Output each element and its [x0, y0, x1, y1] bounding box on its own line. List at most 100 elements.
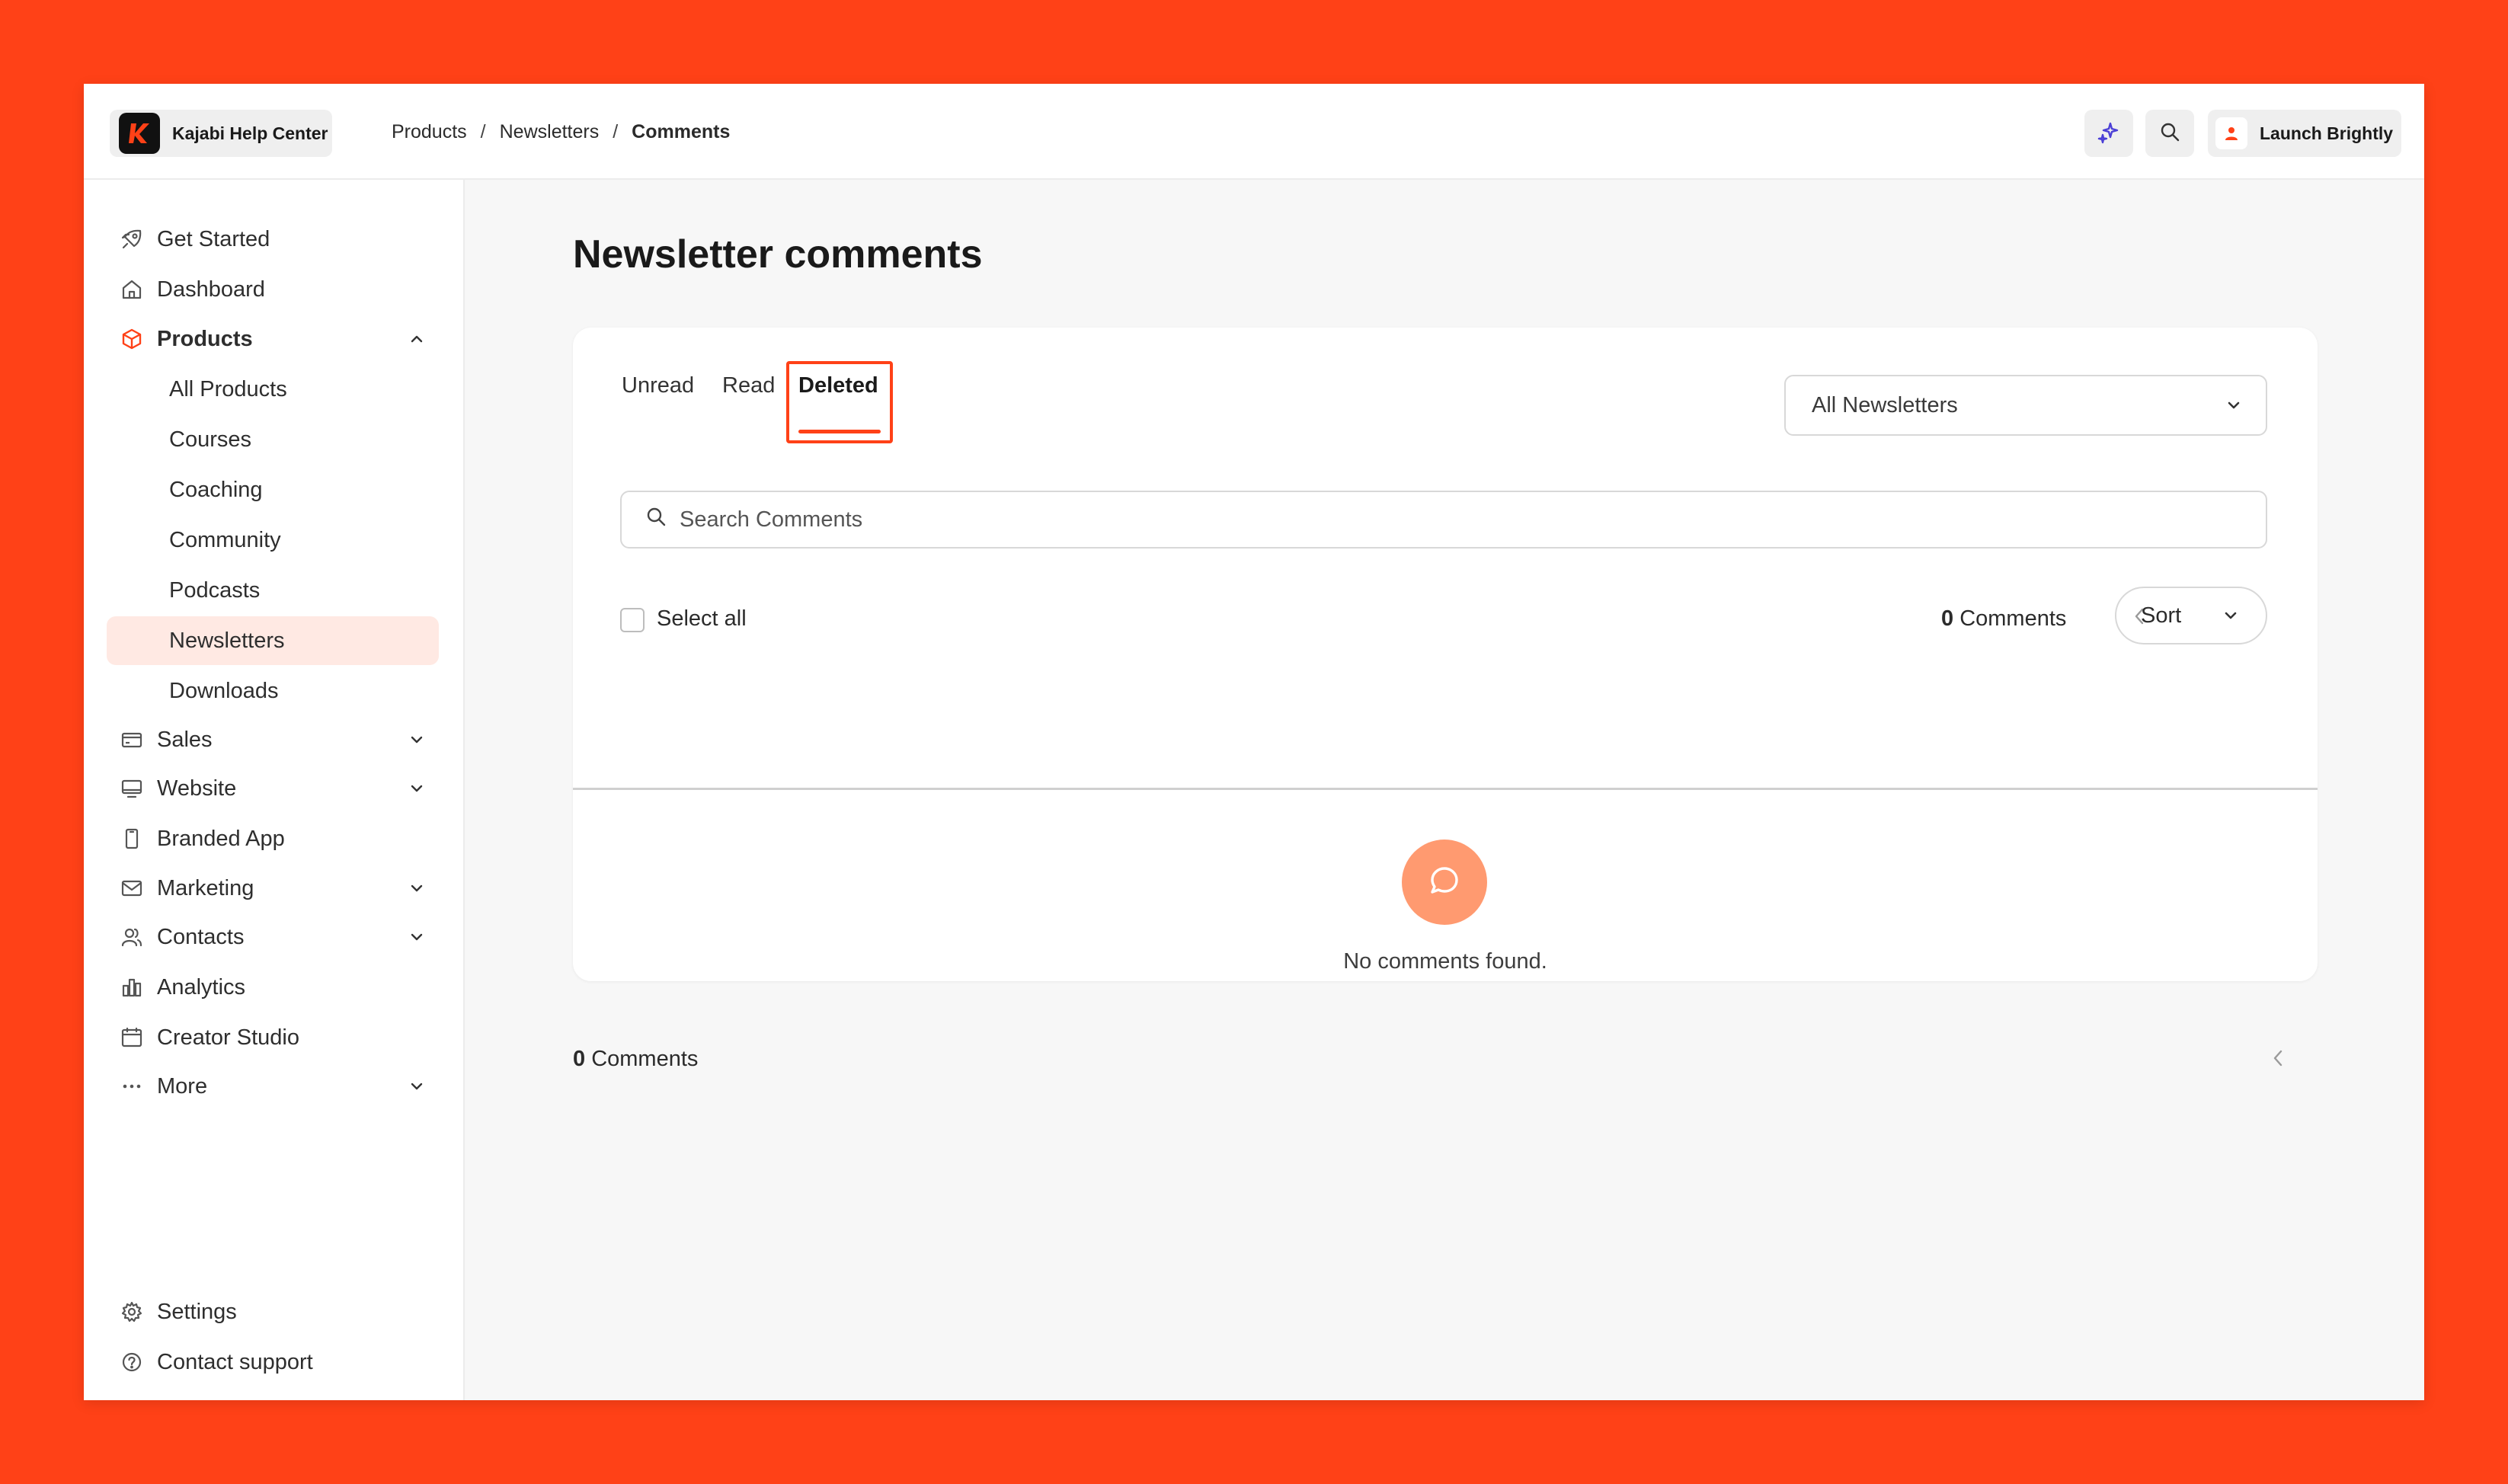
comment-count-footer: 0 Comments [573, 1047, 698, 1072]
select-all-label: Select all [657, 606, 747, 631]
comment-count: 0 Comments [1941, 606, 2066, 632]
comment-count-label: Comments [1959, 606, 2067, 631]
comment-count-number: 0 [1941, 606, 1954, 631]
chevron-down-icon [404, 1073, 430, 1099]
ai-assistant-button[interactable] [2084, 110, 2133, 157]
sidebar-item-label: Newsletters [169, 628, 285, 653]
breadcrumb-separator: / [613, 120, 619, 142]
empty-state-message: No comments found. [1343, 949, 1547, 974]
search-bar [620, 491, 2267, 549]
previous-page-button-footer[interactable] [2263, 1044, 2295, 1076]
sidebar-item-label: Settings [157, 1299, 237, 1324]
sidebar-item-podcasts[interactable]: Podcasts [107, 566, 439, 615]
sidebar-item-dashboard[interactable]: Dashboard [107, 265, 439, 314]
sidebar-item-label: Branded App [157, 826, 285, 851]
sidebar-item-label: Community [169, 527, 281, 552]
search-icon [2158, 120, 2181, 147]
tab-highlight-box [786, 361, 893, 443]
empty-state-icon [1402, 840, 1487, 925]
sidebar-item-label: Marketing [157, 875, 254, 900]
phone-icon [119, 826, 145, 852]
card-icon [119, 727, 145, 753]
dots-icon [119, 1073, 145, 1099]
sidebar-item-courses[interactable]: Courses [107, 415, 439, 464]
sidebar-item-downloads[interactable]: Downloads [107, 667, 439, 715]
tab-unread[interactable]: Unread [622, 373, 694, 398]
sidebar-item-sales[interactable]: Sales [107, 715, 439, 764]
sidebar-item-label: Contacts [157, 924, 245, 949]
divider [573, 788, 2318, 790]
sidebar-item-creator-studio[interactable]: Creator Studio [107, 1013, 439, 1062]
calendar-icon [119, 1025, 145, 1051]
chevron-down-icon [404, 875, 430, 901]
user-menu-button[interactable]: Launch Brightly [2208, 110, 2401, 157]
sidebar-item-get-started[interactable]: Get Started [107, 215, 439, 264]
brand-name: Kajabi Help Center [172, 123, 328, 143]
home-icon [119, 277, 145, 302]
sidebar-item-label: Dashboard [157, 277, 265, 302]
breadcrumb-comments: Comments [632, 120, 731, 142]
gear-icon [119, 1299, 145, 1325]
chevron-down-icon [404, 776, 430, 801]
sidebar-item-label: Get Started [157, 226, 270, 251]
chat-bubble-icon [1425, 862, 1464, 904]
chevron-left-icon [2267, 1047, 2290, 1073]
sidebar-item-coaching[interactable]: Coaching [107, 465, 439, 514]
breadcrumb: Products / Newsletters / Comments [392, 84, 730, 180]
sidebar-item-community[interactable]: Community [107, 516, 439, 564]
sidebar-item-website[interactable]: Website [107, 764, 439, 813]
kajabi-logo-icon [119, 113, 160, 154]
sidebar-item-products[interactable]: Products [107, 315, 439, 363]
chevron-up-icon [404, 326, 430, 352]
sidebar-item-newsletters[interactable]: Newsletters [107, 616, 439, 665]
sidebar-item-label: Contact support [157, 1349, 313, 1374]
bar-chart-icon [119, 974, 145, 1000]
user-name: Launch Brightly [2260, 123, 2394, 143]
sidebar-item-analytics[interactable]: Analytics [107, 963, 439, 1012]
sidebar-item-label: Downloads [169, 678, 279, 703]
breadcrumb-newsletters[interactable]: Newsletters [500, 121, 600, 143]
breadcrumb-separator: / [480, 120, 486, 142]
mail-icon [119, 875, 145, 901]
breadcrumb-products[interactable]: Products [392, 121, 467, 143]
newsletter-filter-value: All Newsletters [1812, 392, 1958, 417]
select-all-checkbox[interactable] [620, 608, 645, 632]
sidebar-item-contact-support[interactable]: Contact support [107, 1338, 439, 1386]
sidebar-item-label: Creator Studio [157, 1025, 299, 1050]
comments-card: Unread Read Deleted All Newsletters Sele… [573, 328, 2318, 981]
sidebar-item-label: Courses [169, 427, 251, 452]
sidebar-item-settings[interactable]: Settings [107, 1287, 439, 1336]
sort-button[interactable]: Sort [2115, 587, 2267, 644]
monitor-icon [119, 776, 145, 801]
page-title: Newsletter comments [573, 232, 983, 277]
avatar [2215, 117, 2247, 149]
brand-button[interactable]: Kajabi Help Center [110, 110, 332, 157]
sidebar-item-label: Coaching [169, 477, 263, 502]
chevron-down-icon [404, 924, 430, 950]
sparkle-icon [2097, 120, 2121, 148]
sidebar-item-marketing[interactable]: Marketing [107, 864, 439, 913]
sidebar-item-branded-app[interactable]: Branded App [107, 814, 439, 863]
sidebar-item-label: Products [157, 326, 253, 351]
rocket-icon [119, 226, 145, 252]
sidebar-item-more[interactable]: More [107, 1062, 439, 1111]
chevron-down-icon [2222, 393, 2246, 424]
search-icon [645, 505, 667, 534]
search-button[interactable] [2145, 110, 2194, 157]
comment-count-label: Comments [591, 1047, 699, 1071]
newsletter-filter-select[interactable]: All Newsletters [1784, 375, 2267, 436]
sidebar-item-label: Website [157, 776, 237, 801]
chevron-down-icon [404, 727, 430, 753]
box-icon [119, 326, 145, 352]
sidebar: Get Started Dashboard Products All Produ… [84, 180, 465, 1400]
sidebar-item-all-products[interactable]: All Products [107, 365, 439, 414]
sidebar-item-label: More [157, 1073, 208, 1099]
top-bar: Kajabi Help Center Products / Newsletter… [84, 84, 2424, 180]
sidebar-item-label: Sales [157, 727, 213, 752]
comment-count-number: 0 [573, 1047, 586, 1071]
search-input[interactable] [680, 507, 2127, 533]
app-window: Kajabi Help Center Products / Newsletter… [84, 84, 2424, 1400]
tab-read[interactable]: Read [722, 373, 775, 398]
sidebar-item-contacts[interactable]: Contacts [107, 913, 439, 961]
help-circle-icon [119, 1349, 145, 1375]
